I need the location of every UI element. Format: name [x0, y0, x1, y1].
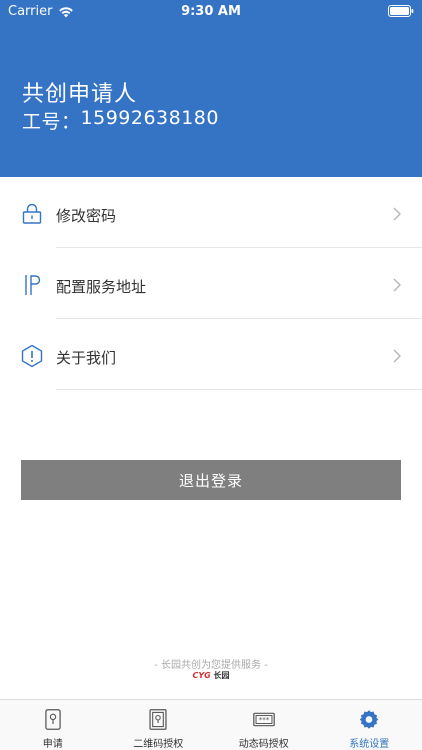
brand-logo-text: CYG [192, 671, 211, 680]
qr-key-icon [149, 709, 167, 730]
tab-label: 动态码授权 [238, 739, 289, 750]
menu-item-label: 配置服务地址 [56, 278, 147, 296]
menu-item-server-address[interactable]: 配置服务地址 [0, 248, 422, 319]
tab-label: 系统设置 [349, 739, 390, 750]
tab-system-settings[interactable]: 系统设置 [317, 700, 422, 750]
brand-logo-cn: 长园 [213, 671, 230, 680]
employee-id: 工号： 15992638180 [22, 107, 219, 134]
menu-item-change-password[interactable]: 修改密码 [0, 177, 422, 248]
tab-bar: 申请 二维码授权 *** 动态码授权 系统设置 [0, 699, 422, 750]
service-note: - 长园共创为您提供服务 - [154, 660, 268, 671]
clock: 9:30 AM [181, 4, 241, 19]
logout-button[interactable]: 退出登录 [21, 460, 401, 500]
user-name: 共创申请人 [22, 82, 138, 107]
chevron-right-icon [393, 278, 401, 292]
key-icon [45, 709, 61, 730]
battery-icon [388, 5, 414, 21]
tab-apply[interactable]: 申请 [0, 700, 106, 750]
ip-icon [25, 275, 41, 295]
password-icon: *** [252, 712, 275, 727]
employee-id-label: 工号： [22, 111, 81, 133]
chevron-right-icon [393, 349, 401, 363]
profile-header: Carrier 9:30 AM 共创申请人 工号： 15992638180 [0, 0, 422, 177]
company-logo: CYG 长园 [0, 670, 422, 681]
settings-menu: 修改密码 配置服务地址 关于我们 [0, 177, 422, 390]
menu-item-about-us[interactable]: 关于我们 [0, 319, 422, 390]
tab-qr-authorization[interactable]: 二维码授权 [106, 700, 212, 750]
tab-label: 二维码授权 [133, 739, 184, 750]
svg-text:***: *** [258, 715, 269, 724]
chevron-right-icon [393, 207, 401, 221]
status-bar: Carrier 9:30 AM [0, 0, 422, 24]
divider [56, 389, 422, 390]
employee-id-value: 15992638180 [80, 107, 219, 129]
tab-dynamic-code-authorization[interactable]: *** 动态码授权 [211, 700, 317, 750]
gear-icon [359, 710, 379, 729]
menu-item-label: 关于我们 [56, 349, 117, 367]
info-hexagon-icon [21, 344, 43, 368]
lock-icon [22, 203, 42, 224]
tab-label: 申请 [42, 739, 63, 750]
menu-item-label: 修改密码 [56, 207, 117, 225]
